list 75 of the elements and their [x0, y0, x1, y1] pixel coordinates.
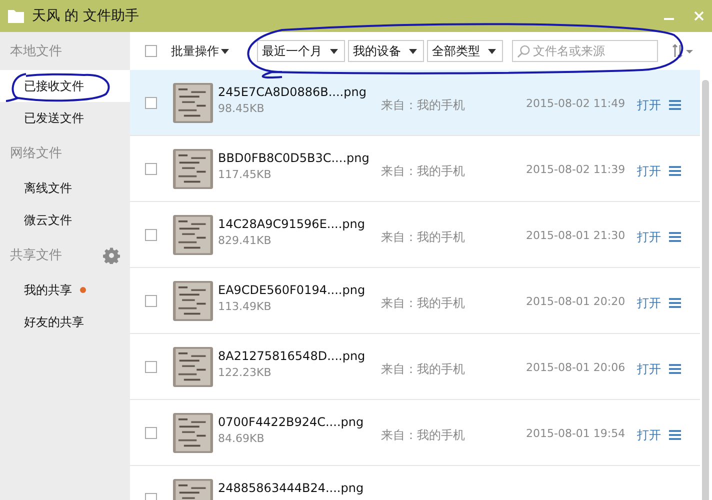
open-link[interactable]: 打开: [637, 361, 661, 378]
file-row[interactable]: BBD0FB8C0D5B3C....png 117.45KB 来自：我的手机 2015-08-02 11:39 打开: [130, 136, 700, 202]
file-name: EA9CDE560F0194....png: [218, 283, 366, 297]
sort-icon[interactable]: [672, 44, 694, 58]
sidebar-item[interactable]: 微云文件: [0, 204, 130, 236]
menu-icon[interactable]: [669, 232, 681, 242]
file-source: 来自：我的手机: [381, 361, 466, 378]
file-time: 2015-08-02 11:39: [526, 163, 626, 176]
window-title: 天风 的 文件助手: [32, 7, 140, 25]
file-source: 来自：我的手机: [381, 163, 466, 180]
section-title: 本地文件: [10, 43, 62, 60]
close-icon[interactable]: [694, 11, 704, 21]
file-row[interactable]: 24885863444B24....png: [130, 466, 700, 500]
settings-icon[interactable]: [103, 246, 120, 264]
menu-icon[interactable]: [669, 166, 681, 176]
sidebar-item[interactable]: 我的共享: [0, 274, 130, 306]
file-name: 14C28A9C91596E....png: [218, 217, 366, 231]
caret-icon: [221, 48, 229, 54]
open-link[interactable]: 打开: [637, 229, 661, 246]
file-name: BBD0FB8C0D5B3C....png: [218, 151, 370, 165]
file-row[interactable]: 245E7CA8D0886B....png 98.45KB 来自：我的手机 2015-08-02 11:49 打开: [130, 70, 700, 136]
file-time: 2015-08-01 19:54: [526, 427, 626, 440]
row-checkbox[interactable]: [145, 361, 157, 373]
open-link[interactable]: 打开: [637, 295, 661, 312]
file-time: 2015-08-01 20:06: [526, 361, 626, 374]
folder-icon: [8, 10, 24, 22]
filter-dropdown[interactable]: 最近一个月: [257, 40, 345, 62]
caret-icon: [330, 48, 338, 54]
sidebar-item[interactable]: 好友的共享: [0, 306, 130, 338]
search-field[interactable]: 文件名或来源: [512, 40, 658, 62]
row-checkbox[interactable]: [145, 229, 157, 241]
menu-icon[interactable]: [669, 430, 681, 440]
file-time: 2015-08-01 21:30: [526, 229, 626, 242]
scrollbar[interactable]: [702, 80, 709, 500]
file-size: 113.49KB: [218, 300, 272, 313]
file-size: 829.41KB: [218, 234, 272, 247]
file-size: 122.23KB: [218, 366, 272, 379]
batch-menu-button[interactable]: 批量操作: [171, 42, 229, 60]
section-title: 共享文件: [10, 247, 62, 264]
file-source: 来自：我的手机: [381, 97, 466, 114]
sidebar-item[interactable]: 离线文件: [0, 172, 130, 204]
row-checkbox[interactable]: [145, 295, 157, 307]
select-all-checkbox[interactable]: [145, 45, 157, 57]
menu-icon[interactable]: [669, 100, 681, 110]
open-link[interactable]: 打开: [637, 97, 661, 114]
row-checkbox[interactable]: [145, 427, 157, 439]
open-link[interactable]: 打开: [637, 163, 661, 180]
file-source: 来自：我的手机: [381, 427, 466, 444]
file-name: 0700F4422B924C....png: [218, 415, 365, 429]
file-row[interactable]: EA9CDE560F0194....png 113.49KB 来自：我的手机 2015-08-01 20:20 打开: [130, 268, 700, 334]
file-name: 8A21275816548D....png: [218, 349, 366, 363]
menu-icon[interactable]: [669, 298, 681, 308]
filter-dropdown[interactable]: 全部类型: [427, 40, 503, 62]
row-checkbox[interactable]: [145, 163, 157, 175]
section-title: 网络文件: [10, 145, 62, 162]
file-size: 98.45KB: [218, 102, 266, 115]
file-time: 2015-08-02 11:49: [526, 97, 626, 110]
file-source: 来自：我的手机: [381, 295, 466, 312]
menu-icon[interactable]: [669, 364, 681, 374]
file-size: 84.69KB: [218, 432, 266, 445]
file-size: 117.45KB: [218, 168, 272, 181]
caret-icon: [409, 48, 417, 54]
row-checkbox[interactable]: [145, 97, 157, 109]
sidebar-item[interactable]: 已发送文件: [0, 102, 130, 134]
file-time: 2015-08-01 20:20: [526, 295, 626, 308]
caret-icon: [488, 48, 496, 54]
file-name: 24885863444B24....png: [218, 481, 365, 495]
file-row[interactable]: 14C28A9C91596E....png 829.41KB 来自：我的手机 2015-08-01 21:30 打开: [130, 202, 700, 268]
file-name: 245E7CA8D0886B....png: [218, 85, 368, 99]
file-row[interactable]: 0700F4422B924C....png 84.69KB 来自：我的手机 2015-08-01 19:54 打开: [130, 400, 700, 466]
filter-dropdown[interactable]: 我的设备: [348, 40, 424, 62]
file-row[interactable]: 8A21275816548D....png 122.23KB 来自：我的手机 2015-08-01 20:06 打开: [130, 334, 700, 400]
file-source: 来自：我的手机: [381, 229, 466, 246]
open-link[interactable]: 打开: [637, 427, 661, 444]
search-icon: [517, 45, 530, 58]
